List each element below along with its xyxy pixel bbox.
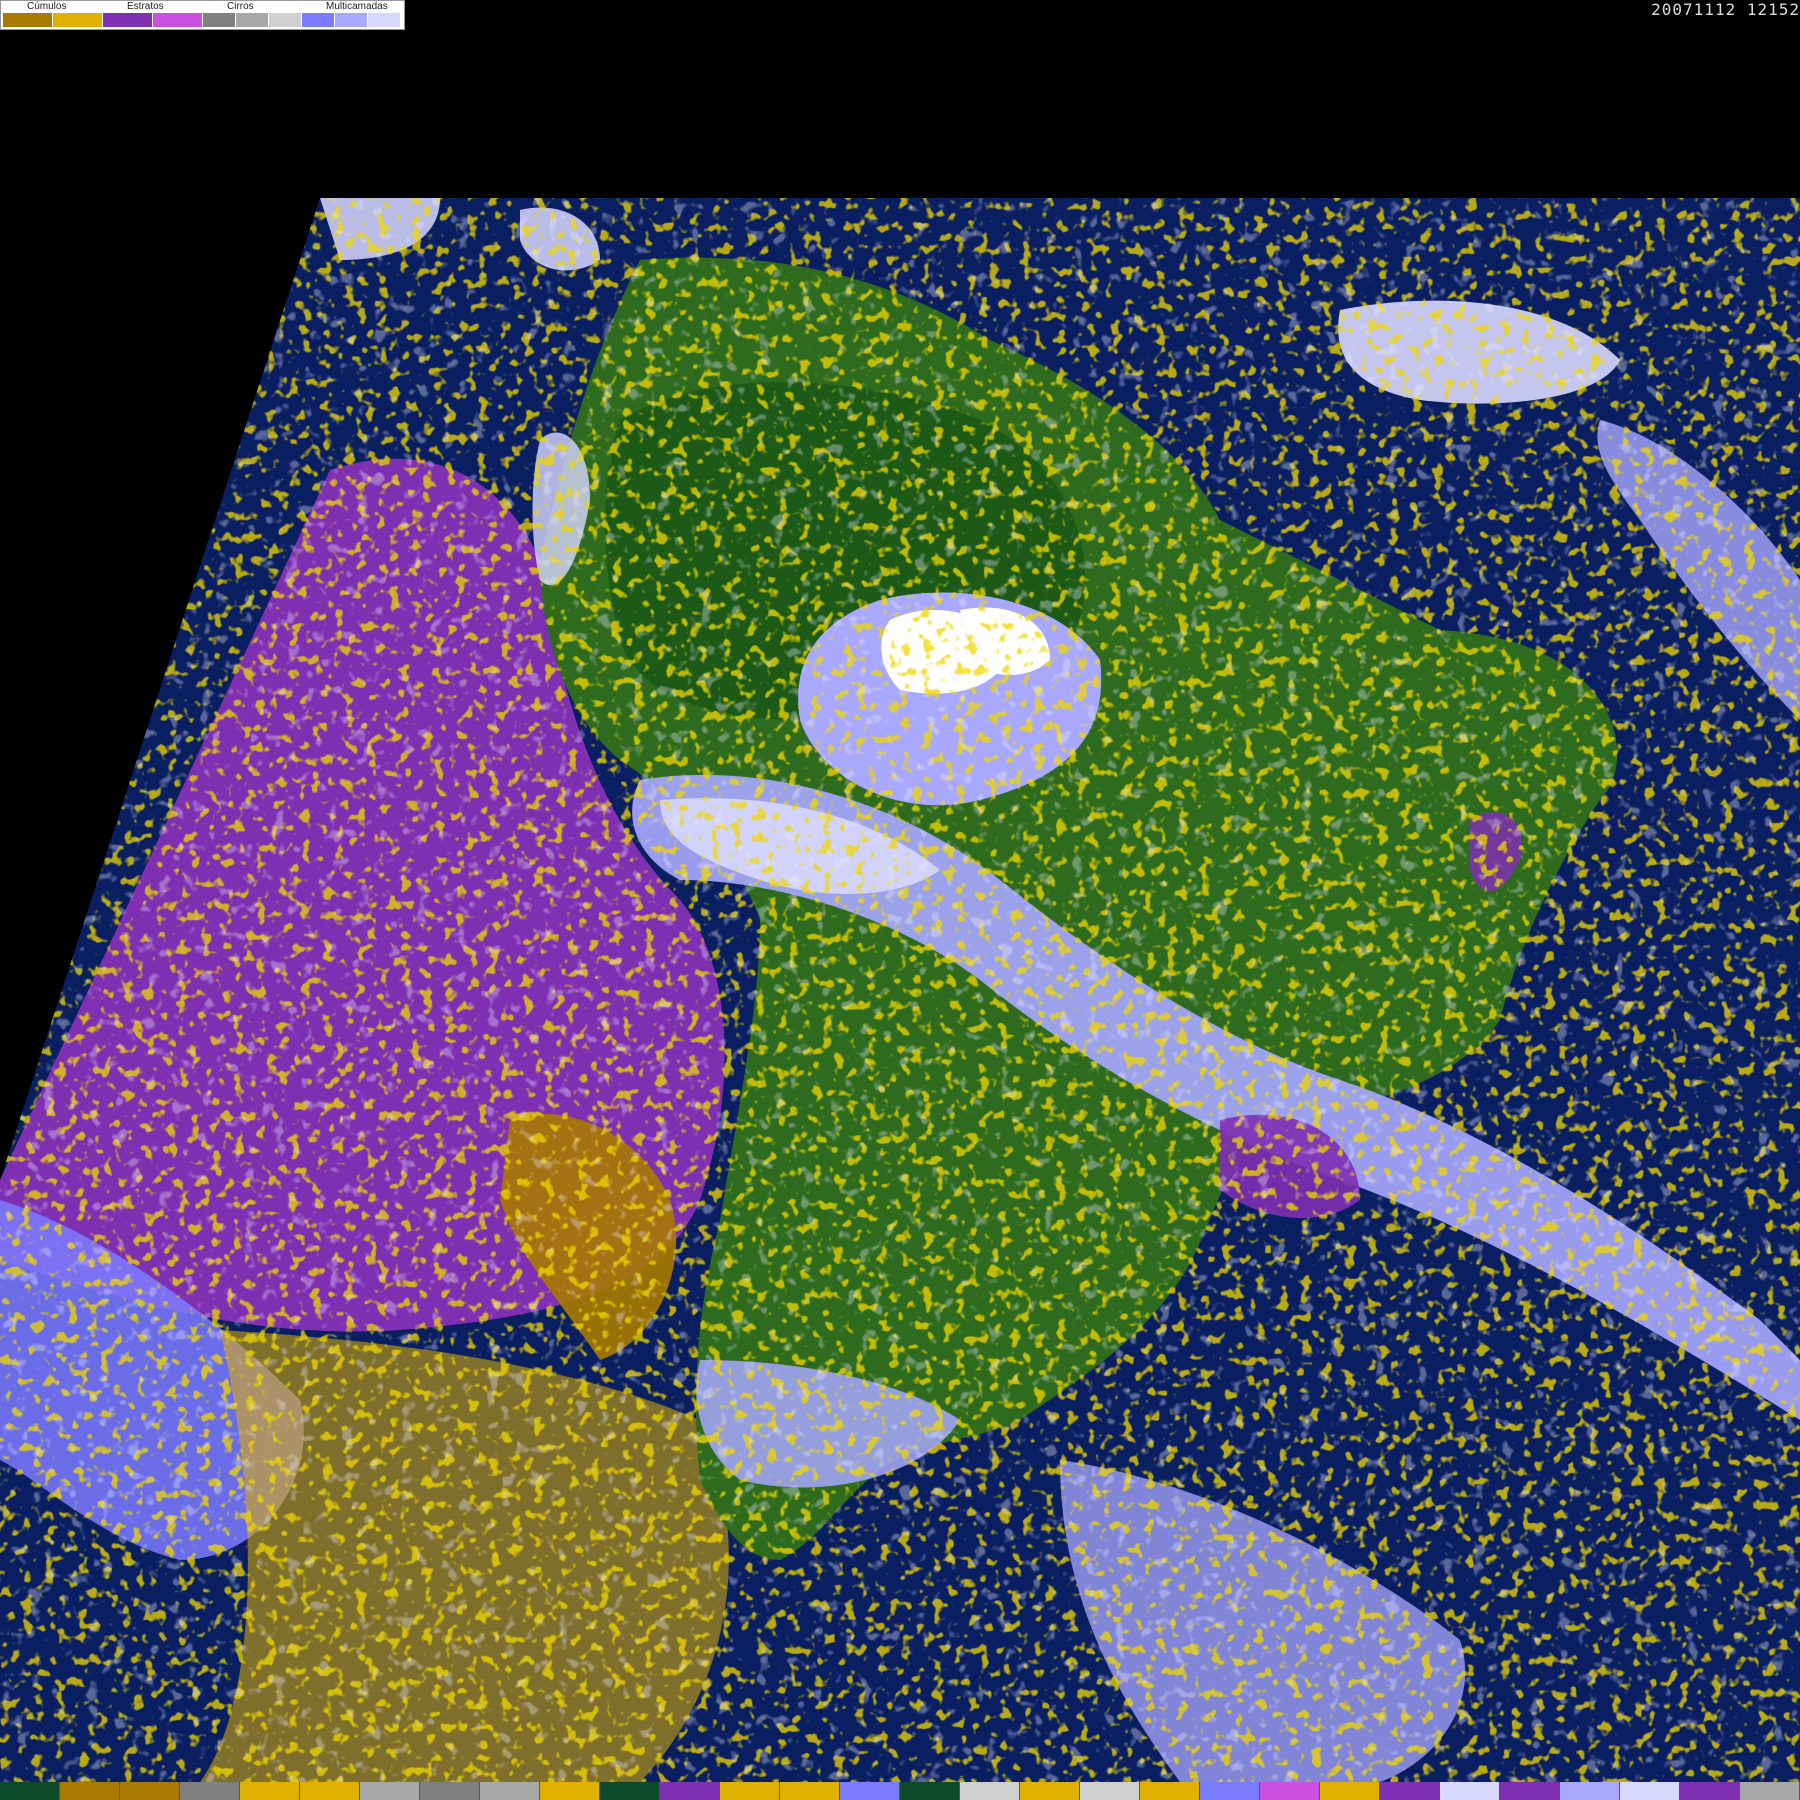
legend-swatch (153, 13, 203, 27)
strip-cell (1740, 1782, 1800, 1800)
strip-cell (1200, 1782, 1260, 1800)
strip-cell (780, 1782, 840, 1800)
legend-label-0: Cúmulos (27, 1, 67, 12)
strip-cell (1080, 1782, 1140, 1800)
strip-cell (120, 1782, 180, 1800)
strip-cell (1680, 1782, 1740, 1800)
strip-cell (1380, 1782, 1440, 1800)
strip-cell (420, 1782, 480, 1800)
bottom-color-strip (0, 1782, 1800, 1800)
legend-swatch (103, 13, 153, 27)
legend-label-1: Estratos (127, 1, 164, 12)
strip-cell (540, 1782, 600, 1800)
legend-label-2: Cirros (227, 1, 254, 12)
strip-cell (60, 1782, 120, 1800)
strip-cell (360, 1782, 420, 1800)
legend-swatch (368, 13, 401, 27)
strip-cell (480, 1782, 540, 1800)
cloud-type-legend: Cúmulos Estratos Cirros Multicamadas (0, 0, 405, 30)
satellite-cloud-map (0, 198, 1800, 1782)
strip-cell (300, 1782, 360, 1800)
strip-cell (180, 1782, 240, 1800)
strip-cell (0, 1782, 60, 1800)
legend-swatch (3, 13, 53, 27)
strip-cell (720, 1782, 780, 1800)
strip-cell (1020, 1782, 1080, 1800)
strip-cell (900, 1782, 960, 1800)
legend-swatch (53, 13, 103, 27)
strip-cell (1500, 1782, 1560, 1800)
legend-swatch (302, 13, 335, 27)
strip-cell (1560, 1782, 1620, 1800)
strip-cell (660, 1782, 720, 1800)
legend-swatch (269, 13, 302, 27)
strip-cell (1620, 1782, 1680, 1800)
strip-cell (240, 1782, 300, 1800)
legend-swatch (236, 13, 269, 27)
strip-cell (1440, 1782, 1500, 1800)
strip-cell (840, 1782, 900, 1800)
strip-cell (600, 1782, 660, 1800)
legend-swatch (335, 13, 368, 27)
strip-cell (960, 1782, 1020, 1800)
strip-cell (1260, 1782, 1320, 1800)
strip-cell (1320, 1782, 1380, 1800)
legend-label-3: Multicamadas (326, 1, 388, 12)
cloud-speckle-overlay (0, 198, 1800, 1782)
strip-cell (1140, 1782, 1200, 1800)
image-timestamp: 20071112 12152 (1651, 0, 1800, 19)
legend-swatch (203, 13, 236, 27)
